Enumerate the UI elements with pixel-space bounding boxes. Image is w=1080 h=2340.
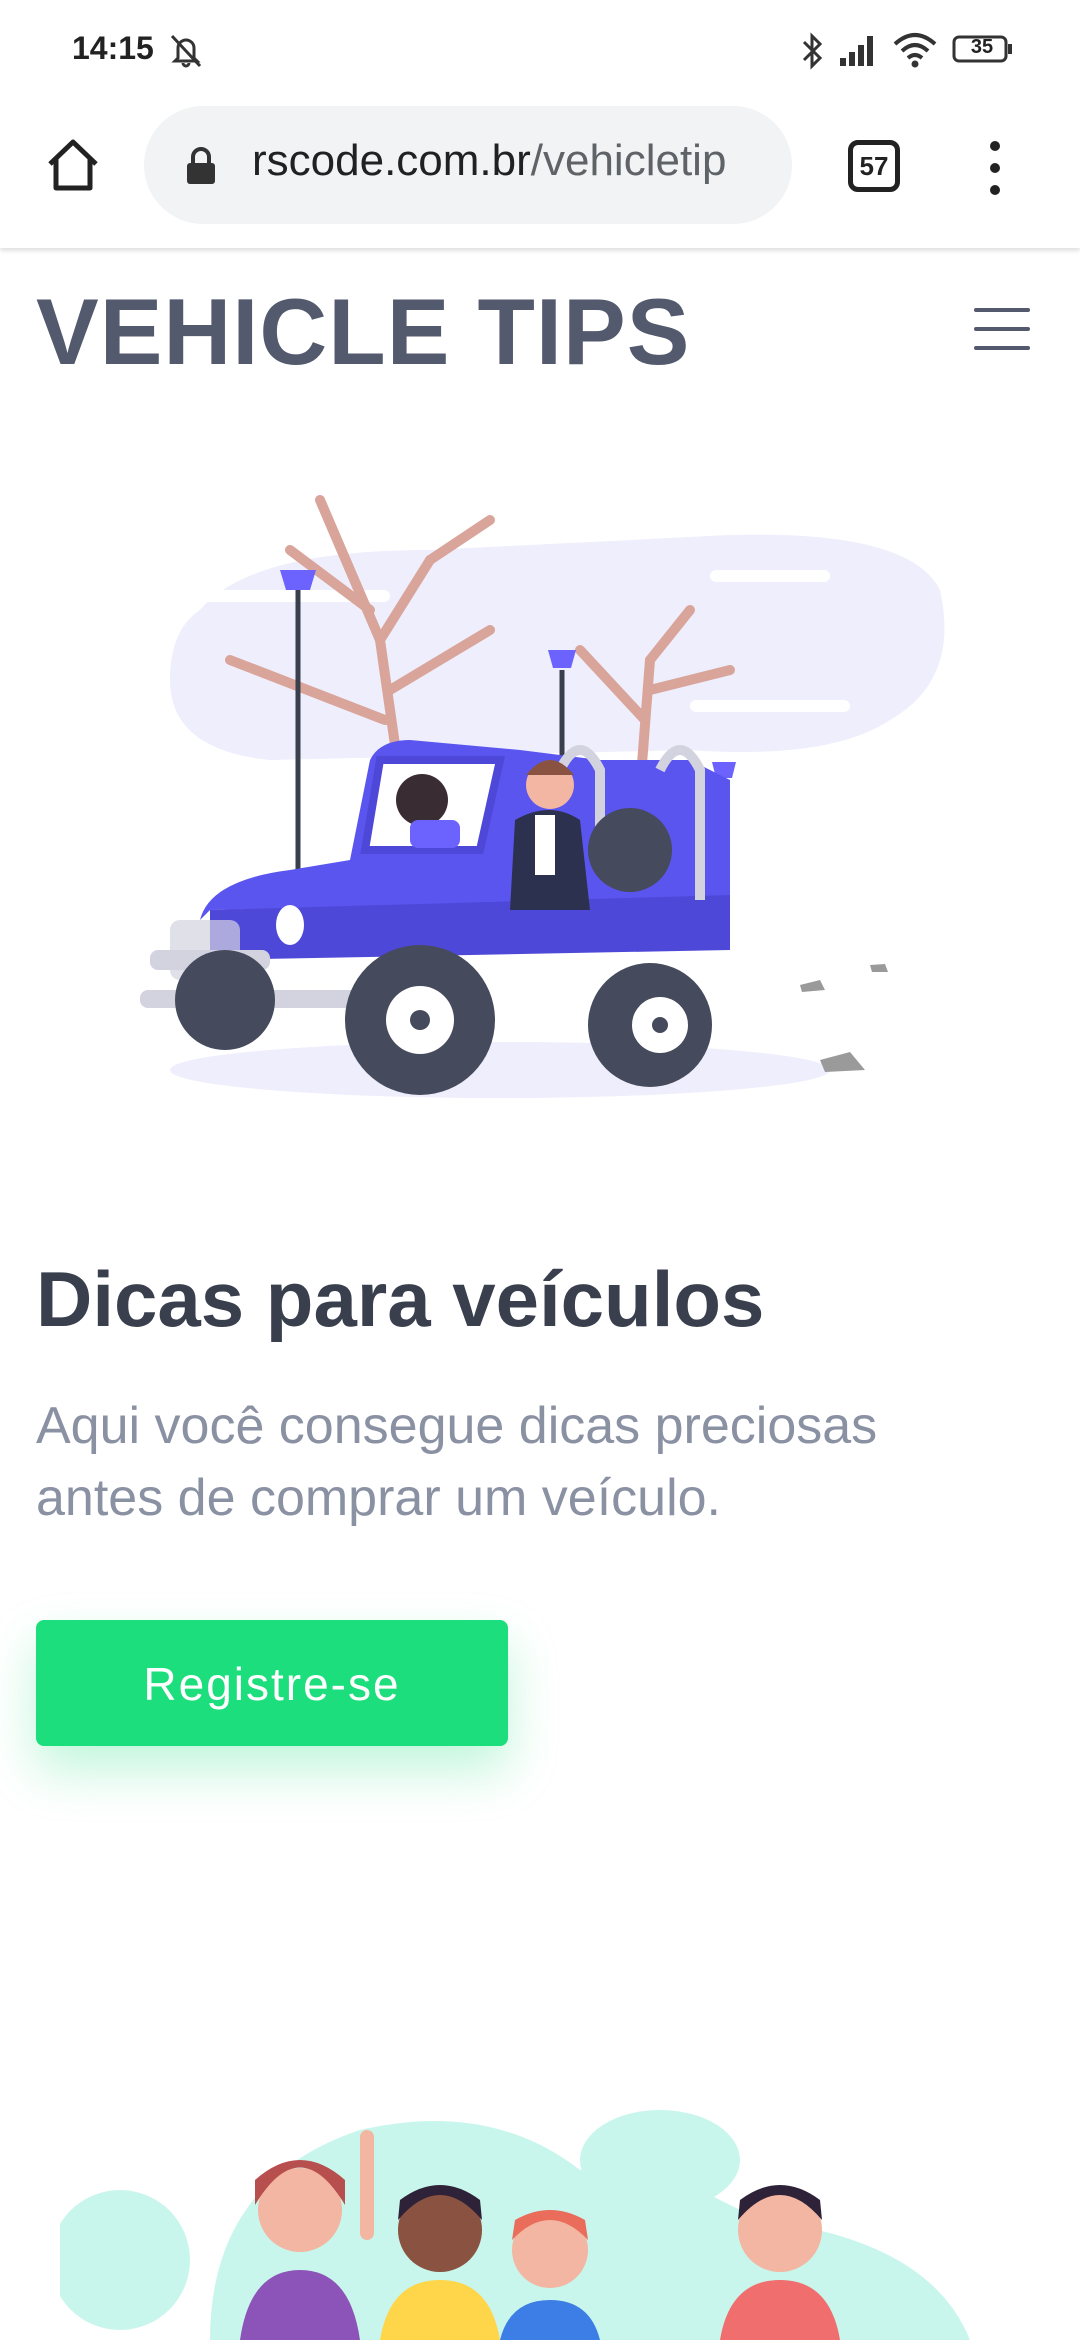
people-illustration bbox=[60, 2110, 970, 2340]
bluetooth-icon bbox=[802, 32, 823, 70]
battery-level: 35 bbox=[970, 36, 994, 58]
url-path: /vehicletip bbox=[530, 136, 727, 185]
site-title[interactable]: VEHICLE TIPS bbox=[36, 278, 690, 386]
address-bar[interactable]: rscode.com.br/vehicletip bbox=[144, 106, 792, 224]
browser-toolbar: rscode.com.br/vehicletip 57 bbox=[0, 100, 1080, 248]
register-button[interactable]: Registre-se bbox=[36, 1620, 508, 1746]
overflow-menu-icon[interactable] bbox=[980, 138, 1010, 198]
jeep-illustration bbox=[140, 495, 945, 1098]
url-domain: rscode.com.br bbox=[252, 136, 531, 185]
hero-heading: Dicas para veículos bbox=[36, 1255, 765, 1343]
mute-icon bbox=[170, 34, 202, 68]
status-time: 14:15 bbox=[72, 30, 154, 66]
wifi-icon bbox=[893, 33, 937, 68]
hero-subtitle: Aqui você consegue dicas preciosas antes… bbox=[36, 1397, 878, 1527]
lock-icon bbox=[187, 147, 215, 184]
home-icon[interactable] bbox=[42, 134, 104, 196]
tab-switcher-button[interactable]: 57 bbox=[848, 140, 900, 192]
status-bar: 14:15 35 bbox=[0, 0, 1080, 100]
hamburger-icon[interactable] bbox=[972, 302, 1032, 356]
signal-icon bbox=[840, 36, 873, 66]
url-text[interactable]: rscode.com.br/vehicletip bbox=[252, 136, 772, 196]
